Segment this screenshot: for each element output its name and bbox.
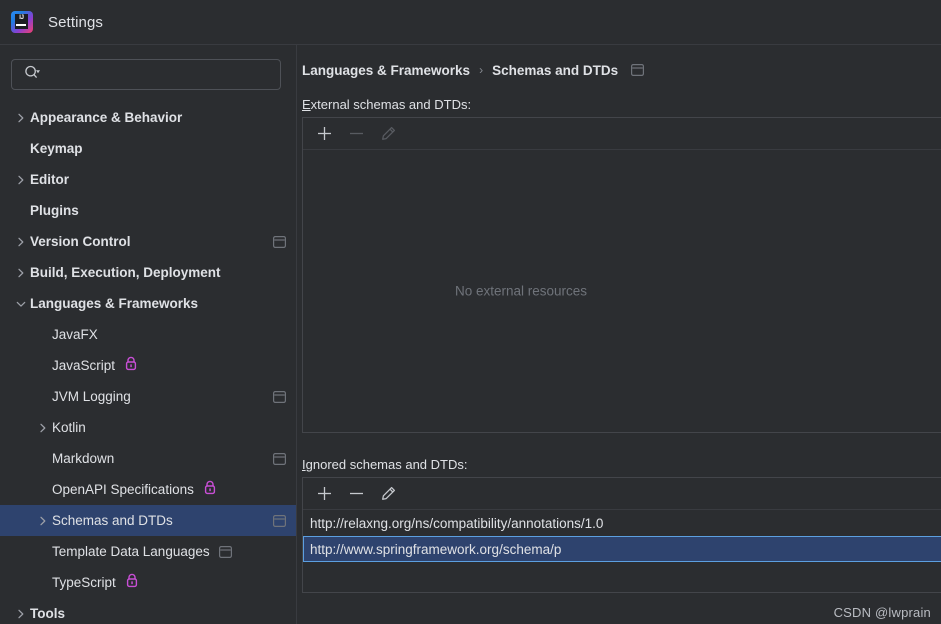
external-label-mnemonic: E	[302, 97, 311, 112]
sidebar-item-label: TypeScript	[52, 574, 116, 590]
sidebar-item-jvm-logging[interactable]: JVM Logging	[0, 381, 296, 412]
edit-button	[374, 121, 402, 147]
chevron-right-icon[interactable]	[12, 264, 30, 282]
sidebar-item-languages-frameworks[interactable]: Languages & Frameworks	[0, 288, 296, 319]
external-schemas-panel: No external resources	[302, 117, 941, 433]
settings-window: IJ Settings Appearance & Behavior Keymap E…	[0, 0, 941, 624]
external-empty-message: No external resources	[454, 283, 588, 299]
sidebar-item-label: OpenAPI Specifications	[52, 481, 194, 497]
intellij-idea-logo-icon: IJ	[11, 11, 33, 33]
lock-icon	[124, 356, 138, 376]
sidebar-item-label: Languages & Frameworks	[30, 295, 199, 311]
add-button[interactable]	[310, 481, 338, 507]
sidebar-item-label: Keymap	[30, 140, 83, 156]
sidebar-item-javafx[interactable]: JavaFX	[0, 319, 296, 350]
ignored-schemas-panel: http://relaxng.org/ns/compatibility/anno…	[302, 477, 941, 593]
sidebar-item-version-control[interactable]: Version Control	[0, 226, 296, 257]
chevron-right-icon[interactable]	[34, 512, 52, 530]
list-item[interactable]: http://relaxng.org/ns/compatibility/anno…	[303, 510, 941, 536]
breadcrumb: Languages & Frameworks › Schemas and DTD…	[298, 45, 941, 78]
chevron-right-icon[interactable]	[34, 419, 52, 437]
sidebar-item-label: Kotlin	[52, 419, 86, 435]
sidebar-item-editor[interactable]: Editor	[0, 164, 296, 195]
chevron-right-icon[interactable]	[12, 109, 30, 127]
edit-button[interactable]	[374, 481, 402, 507]
sidebar-item-label: Markdown	[52, 450, 115, 466]
ignored-schemas-label: Ignored schemas and DTDs:	[302, 457, 941, 472]
sidebar-item-markdown[interactable]: Markdown	[0, 443, 296, 474]
sidebar-item-label: Appearance & Behavior	[30, 109, 183, 125]
watermark: CSDN @lwprain	[833, 605, 931, 620]
project-scope-icon	[259, 452, 286, 465]
chevron-right-icon[interactable]	[12, 605, 30, 623]
window-title: Settings	[48, 13, 103, 31]
ignored-label-rest: gnored schemas and DTDs:	[305, 457, 468, 472]
remove-button	[342, 121, 370, 147]
sidebar-item-schemas-and-dtds[interactable]: Schemas and DTDs	[0, 505, 296, 536]
sidebar-item-typescript[interactable]: TypeScript	[0, 567, 296, 598]
external-label-rest: xternal schemas and DTDs:	[310, 97, 472, 112]
external-toolbar	[303, 118, 941, 150]
project-scope-icon	[631, 64, 645, 76]
sidebar-item-label: JVM Logging	[52, 388, 131, 404]
sidebar-item-build-execution-deployment[interactable]: Build, Execution, Deployment	[0, 257, 296, 288]
project-scope-icon	[259, 514, 286, 527]
ignored-toolbar	[303, 478, 941, 510]
chevron-right-icon[interactable]	[12, 171, 30, 189]
sidebar-item-openapi-specifications[interactable]: OpenAPI Specifications	[0, 474, 296, 505]
ignored-schemas-list[interactable]: http://relaxng.org/ns/compatibility/anno…	[303, 510, 941, 592]
sidebar-item-plugins[interactable]: Plugins	[0, 195, 296, 226]
sidebar-item-kotlin[interactable]: Kotlin	[0, 412, 296, 443]
settings-tree: Appearance & Behavior Keymap Editor Plugins…	[0, 102, 296, 624]
sidebar-item-tools[interactable]: Tools	[0, 598, 296, 624]
sidebar-item-label: Schemas and DTDs	[52, 512, 173, 528]
lock-icon	[203, 480, 217, 500]
breadcrumb-parent[interactable]: Languages & Frameworks	[302, 63, 470, 78]
chevron-down-icon[interactable]	[12, 295, 30, 313]
sidebar-item-label: JavaScript	[52, 357, 116, 373]
sidebar-item-label: Build, Execution, Deployment	[30, 264, 221, 280]
settings-sidebar: Appearance & Behavior Keymap Editor Plugins…	[0, 45, 297, 624]
breadcrumb-current: Schemas and DTDs	[492, 62, 619, 78]
sidebar-item-javascript[interactable]: JavaScript	[0, 350, 296, 381]
sidebar-item-label: Editor	[30, 171, 69, 187]
search-icon	[24, 65, 41, 85]
logo-text: IJ	[19, 15, 24, 21]
search-area	[0, 45, 296, 90]
sidebar-item-label: Tools	[30, 605, 65, 621]
external-schemas-label: External schemas and DTDs:	[302, 97, 941, 112]
sidebar-item-appearance-behavior[interactable]: Appearance & Behavior	[0, 102, 296, 133]
search-input[interactable]	[41, 66, 272, 83]
sidebar-item-label: JavaFX	[52, 326, 98, 342]
sidebar-item-keymap[interactable]: Keymap	[0, 133, 296, 164]
settings-content: Languages & Frameworks › Schemas and DTD…	[298, 45, 941, 624]
sidebar-item-label: Template Data Languages	[52, 543, 210, 559]
sidebar-item-label: Version Control	[30, 233, 131, 249]
sidebar-item-template-data-languages[interactable]: Template Data Languages	[0, 536, 296, 567]
list-item[interactable]: http://www.springframework.org/schema/p	[303, 536, 941, 562]
title-bar: IJ Settings	[0, 0, 941, 45]
add-button[interactable]	[310, 121, 338, 147]
remove-button[interactable]	[342, 481, 370, 507]
breadcrumb-separator: ›	[479, 63, 484, 77]
project-scope-icon	[218, 545, 232, 558]
chevron-right-icon[interactable]	[12, 233, 30, 251]
sidebar-item-label: Plugins	[30, 202, 79, 218]
lock-icon	[125, 573, 139, 593]
project-scope-icon	[259, 390, 286, 403]
project-scope-icon	[259, 235, 286, 248]
external-schemas-list[interactable]: No external resources	[303, 150, 941, 432]
search-box[interactable]	[11, 59, 281, 90]
